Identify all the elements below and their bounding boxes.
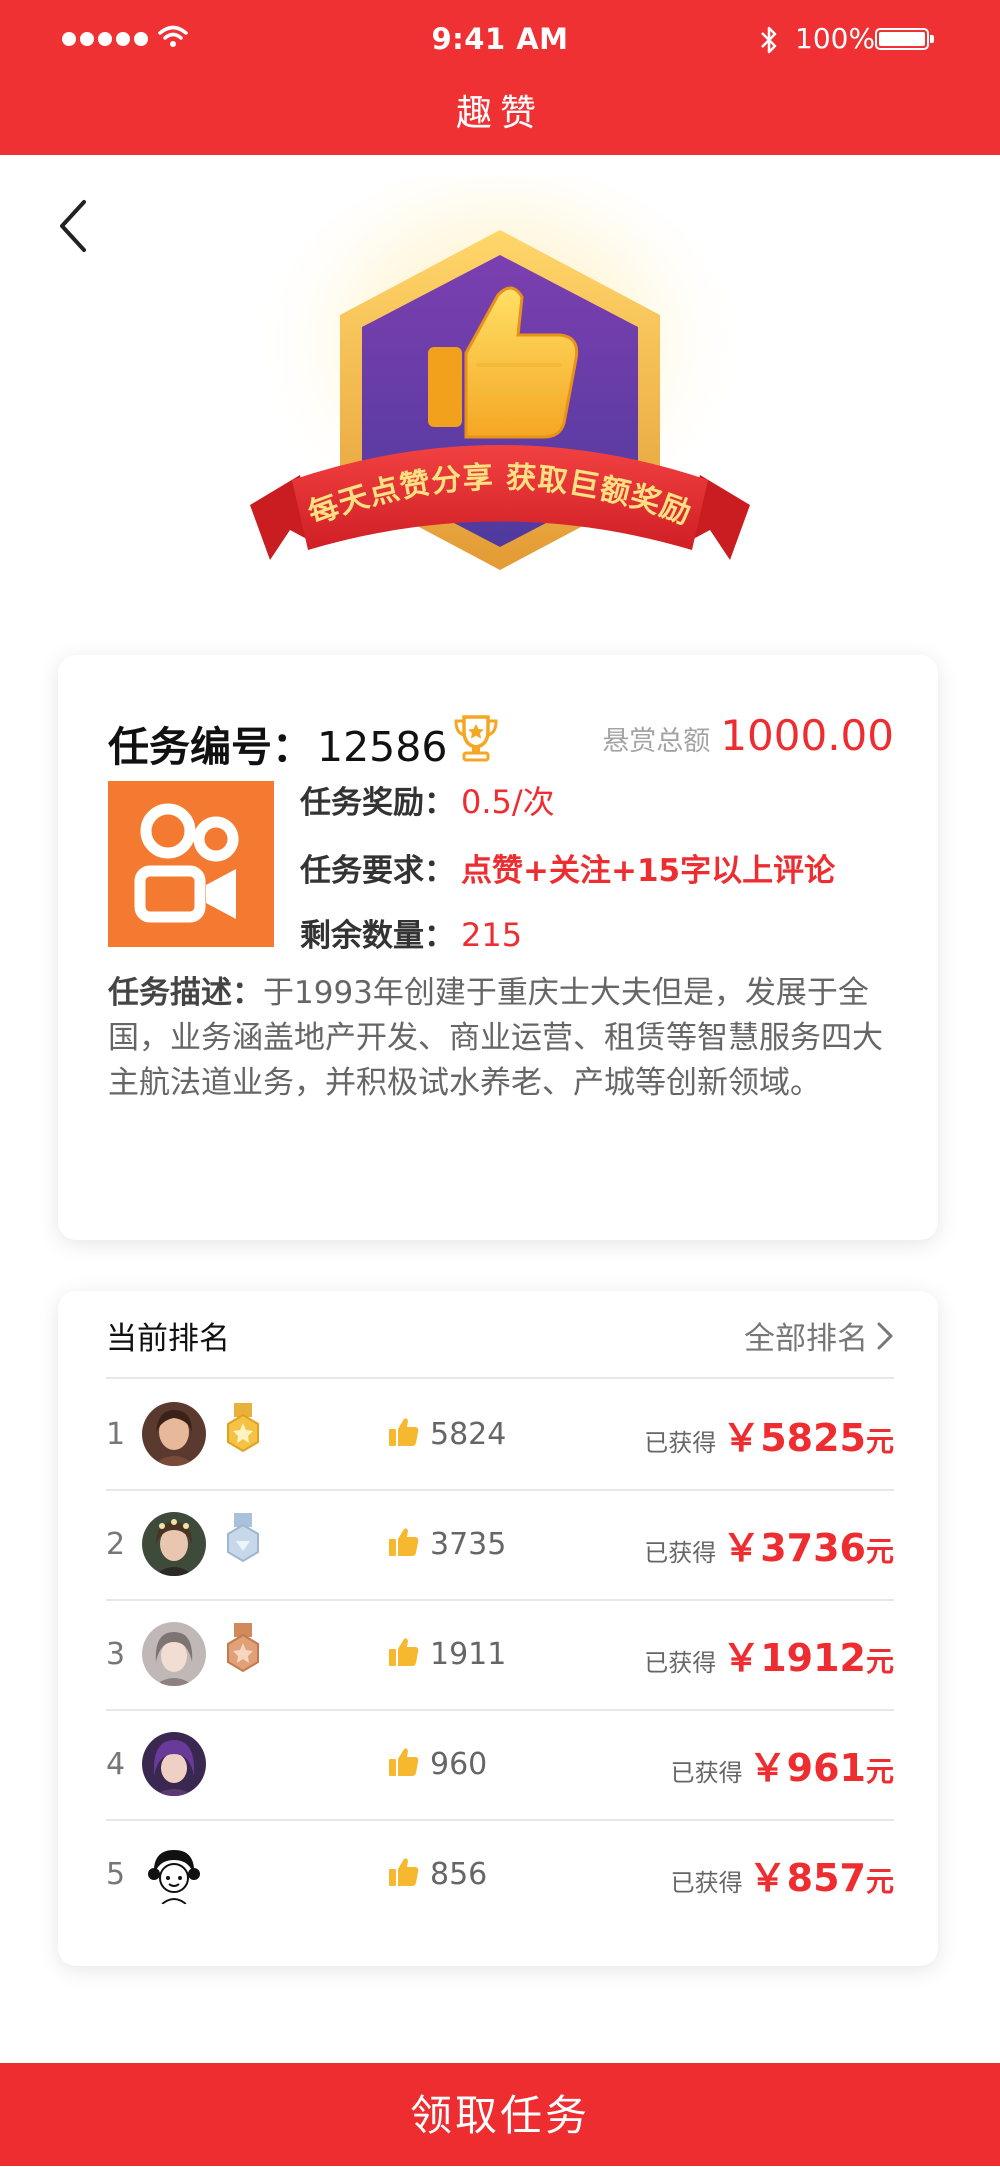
- back-arrow-icon[interactable]: [54, 196, 94, 256]
- bronze-medal-icon: [227, 1623, 259, 1673]
- earned-amount: 已获得 ￥ 3736 元: [644, 1517, 894, 1572]
- ranking-row[interactable]: 1 5824 已获得 ￥ 5825 元: [106, 1379, 894, 1491]
- rank-number: 1: [106, 1417, 126, 1452]
- trophy-icon: [454, 715, 498, 762]
- thumbs-up-icon: [389, 1858, 419, 1886]
- top-bar: 9:41 AM 100% 趣赞: [0, 0, 1000, 155]
- earned-value: 961: [786, 1746, 866, 1790]
- like-count: 1911: [430, 1637, 507, 1672]
- reward-total: 悬赏总额 1000.00: [602, 711, 894, 760]
- earned-unit: 元: [865, 1755, 894, 1788]
- earned-label: 已获得: [670, 1759, 743, 1787]
- battery-percent: 100%: [795, 22, 876, 55]
- avatar: [142, 1402, 206, 1466]
- avatar: [142, 1512, 206, 1576]
- reward-total-value: 1000.00: [720, 711, 894, 760]
- ranking-title: 当前排名: [106, 1321, 230, 1357]
- thumbs-up-icon: [389, 1748, 419, 1776]
- reward-total-label: 悬赏总额: [602, 726, 711, 757]
- thumbs-up-icon: [389, 1638, 419, 1666]
- claim-task-button[interactable]: 领取任务: [0, 2063, 1000, 2166]
- currency-symbol: ￥: [748, 1746, 787, 1790]
- ranking-row[interactable]: 5 856 已获得 ￥ 857 元: [106, 1819, 894, 1929]
- task-card: 任务编号：12586 悬赏总额 1000.00 任务奖励： 0.5/次 任务要求…: [58, 655, 938, 1240]
- currency-symbol: ￥: [722, 1416, 761, 1460]
- like-count: 856: [430, 1857, 488, 1892]
- ranking-card: 当前排名 全部排名 1 5824 已获得 ￥ 5825 元 2 3735 已获得…: [58, 1291, 938, 1966]
- currency-symbol: ￥: [722, 1636, 761, 1680]
- battery-icon: [875, 28, 934, 50]
- chevron-right-icon: [877, 1322, 893, 1349]
- earned-unit: 元: [865, 1865, 894, 1898]
- earned-unit: 元: [865, 1645, 894, 1678]
- earned-label: 已获得: [670, 1869, 743, 1897]
- ranking-header: 当前排名 全部排名: [106, 1291, 894, 1379]
- earned-unit: 元: [865, 1425, 894, 1458]
- task-number-value: 12586: [317, 723, 448, 771]
- task-reward-label: 任务奖励：: [300, 785, 455, 821]
- avatar: [142, 1842, 206, 1906]
- ranking-row[interactable]: 2 3735 已获得 ￥ 3736 元: [106, 1489, 894, 1601]
- page-title: 趣赞: [455, 93, 544, 134]
- task-reward-value: 0.5/次: [461, 783, 555, 821]
- earned-amount: 已获得 ￥ 857 元: [671, 1847, 894, 1902]
- earned-label: 已获得: [644, 1649, 717, 1677]
- thumbs-up-icon: [389, 1418, 419, 1446]
- gold-medal-icon: [227, 1403, 259, 1453]
- earned-unit: 元: [865, 1535, 894, 1568]
- currency-symbol: ￥: [722, 1526, 761, 1570]
- avatar: [142, 1622, 206, 1686]
- task-description: 任务描述：于1993年创建于重庆士大夫但是，发展于全国，业务涵盖地产开发、商业运…: [108, 971, 898, 1106]
- reward-badge-illustration: 每天点赞分享 获取巨额奖励: [250, 175, 750, 585]
- task-requirement-label: 任务要求：: [300, 853, 455, 889]
- task-description-label: 任务描述：: [108, 975, 263, 1011]
- silver-medal-icon: [227, 1513, 259, 1563]
- task-remaining-value: 215: [461, 916, 523, 954]
- like-count: 960: [430, 1747, 488, 1782]
- bluetooth-icon: [761, 26, 777, 54]
- earned-label: 已获得: [644, 1539, 717, 1567]
- all-ranking-label: 全部排名: [744, 1321, 868, 1357]
- earned-value: 3736: [760, 1526, 866, 1570]
- earned-amount: 已获得 ￥ 961 元: [671, 1737, 894, 1792]
- ranking-row[interactable]: 4 960 已获得 ￥ 961 元: [106, 1709, 894, 1821]
- currency-symbol: ￥: [748, 1856, 787, 1900]
- task-requirement-value: 点赞+关注+15字以上评论: [461, 853, 836, 889]
- rank-number: 2: [106, 1527, 126, 1562]
- earned-value: 5825: [760, 1416, 866, 1460]
- task-reward-row: 任务奖励： 0.5/次: [300, 777, 555, 823]
- kuaishou-app-icon: [108, 781, 274, 947]
- ranking-row[interactable]: 3 1911 已获得 ￥ 1912 元: [106, 1599, 894, 1711]
- earned-value: 1912: [760, 1636, 866, 1680]
- thumbs-up-icon: [389, 1528, 419, 1556]
- rank-number: 5: [106, 1857, 126, 1892]
- task-requirement-row: 任务要求： 点赞+关注+15字以上评论: [300, 845, 835, 890]
- avatar: [142, 1732, 206, 1796]
- task-number-label: 任务编号：: [108, 723, 313, 771]
- rank-number: 3: [106, 1637, 126, 1672]
- rank-number: 4: [106, 1747, 126, 1782]
- earned-value: 857: [786, 1856, 866, 1900]
- task-remaining-row: 剩余数量： 215: [300, 910, 522, 955]
- all-ranking-link[interactable]: 全部排名: [744, 1313, 894, 1358]
- status-bar: 9:41 AM 100%: [0, 0, 1000, 80]
- like-count: 5824: [430, 1417, 507, 1452]
- task-number: 任务编号：12586: [108, 713, 447, 773]
- task-remaining-label: 剩余数量：: [300, 918, 455, 954]
- earned-amount: 已获得 ￥ 1912 元: [644, 1627, 894, 1682]
- earned-amount: 已获得 ￥ 5825 元: [644, 1407, 894, 1462]
- earned-label: 已获得: [644, 1429, 717, 1457]
- like-count: 3735: [430, 1527, 507, 1562]
